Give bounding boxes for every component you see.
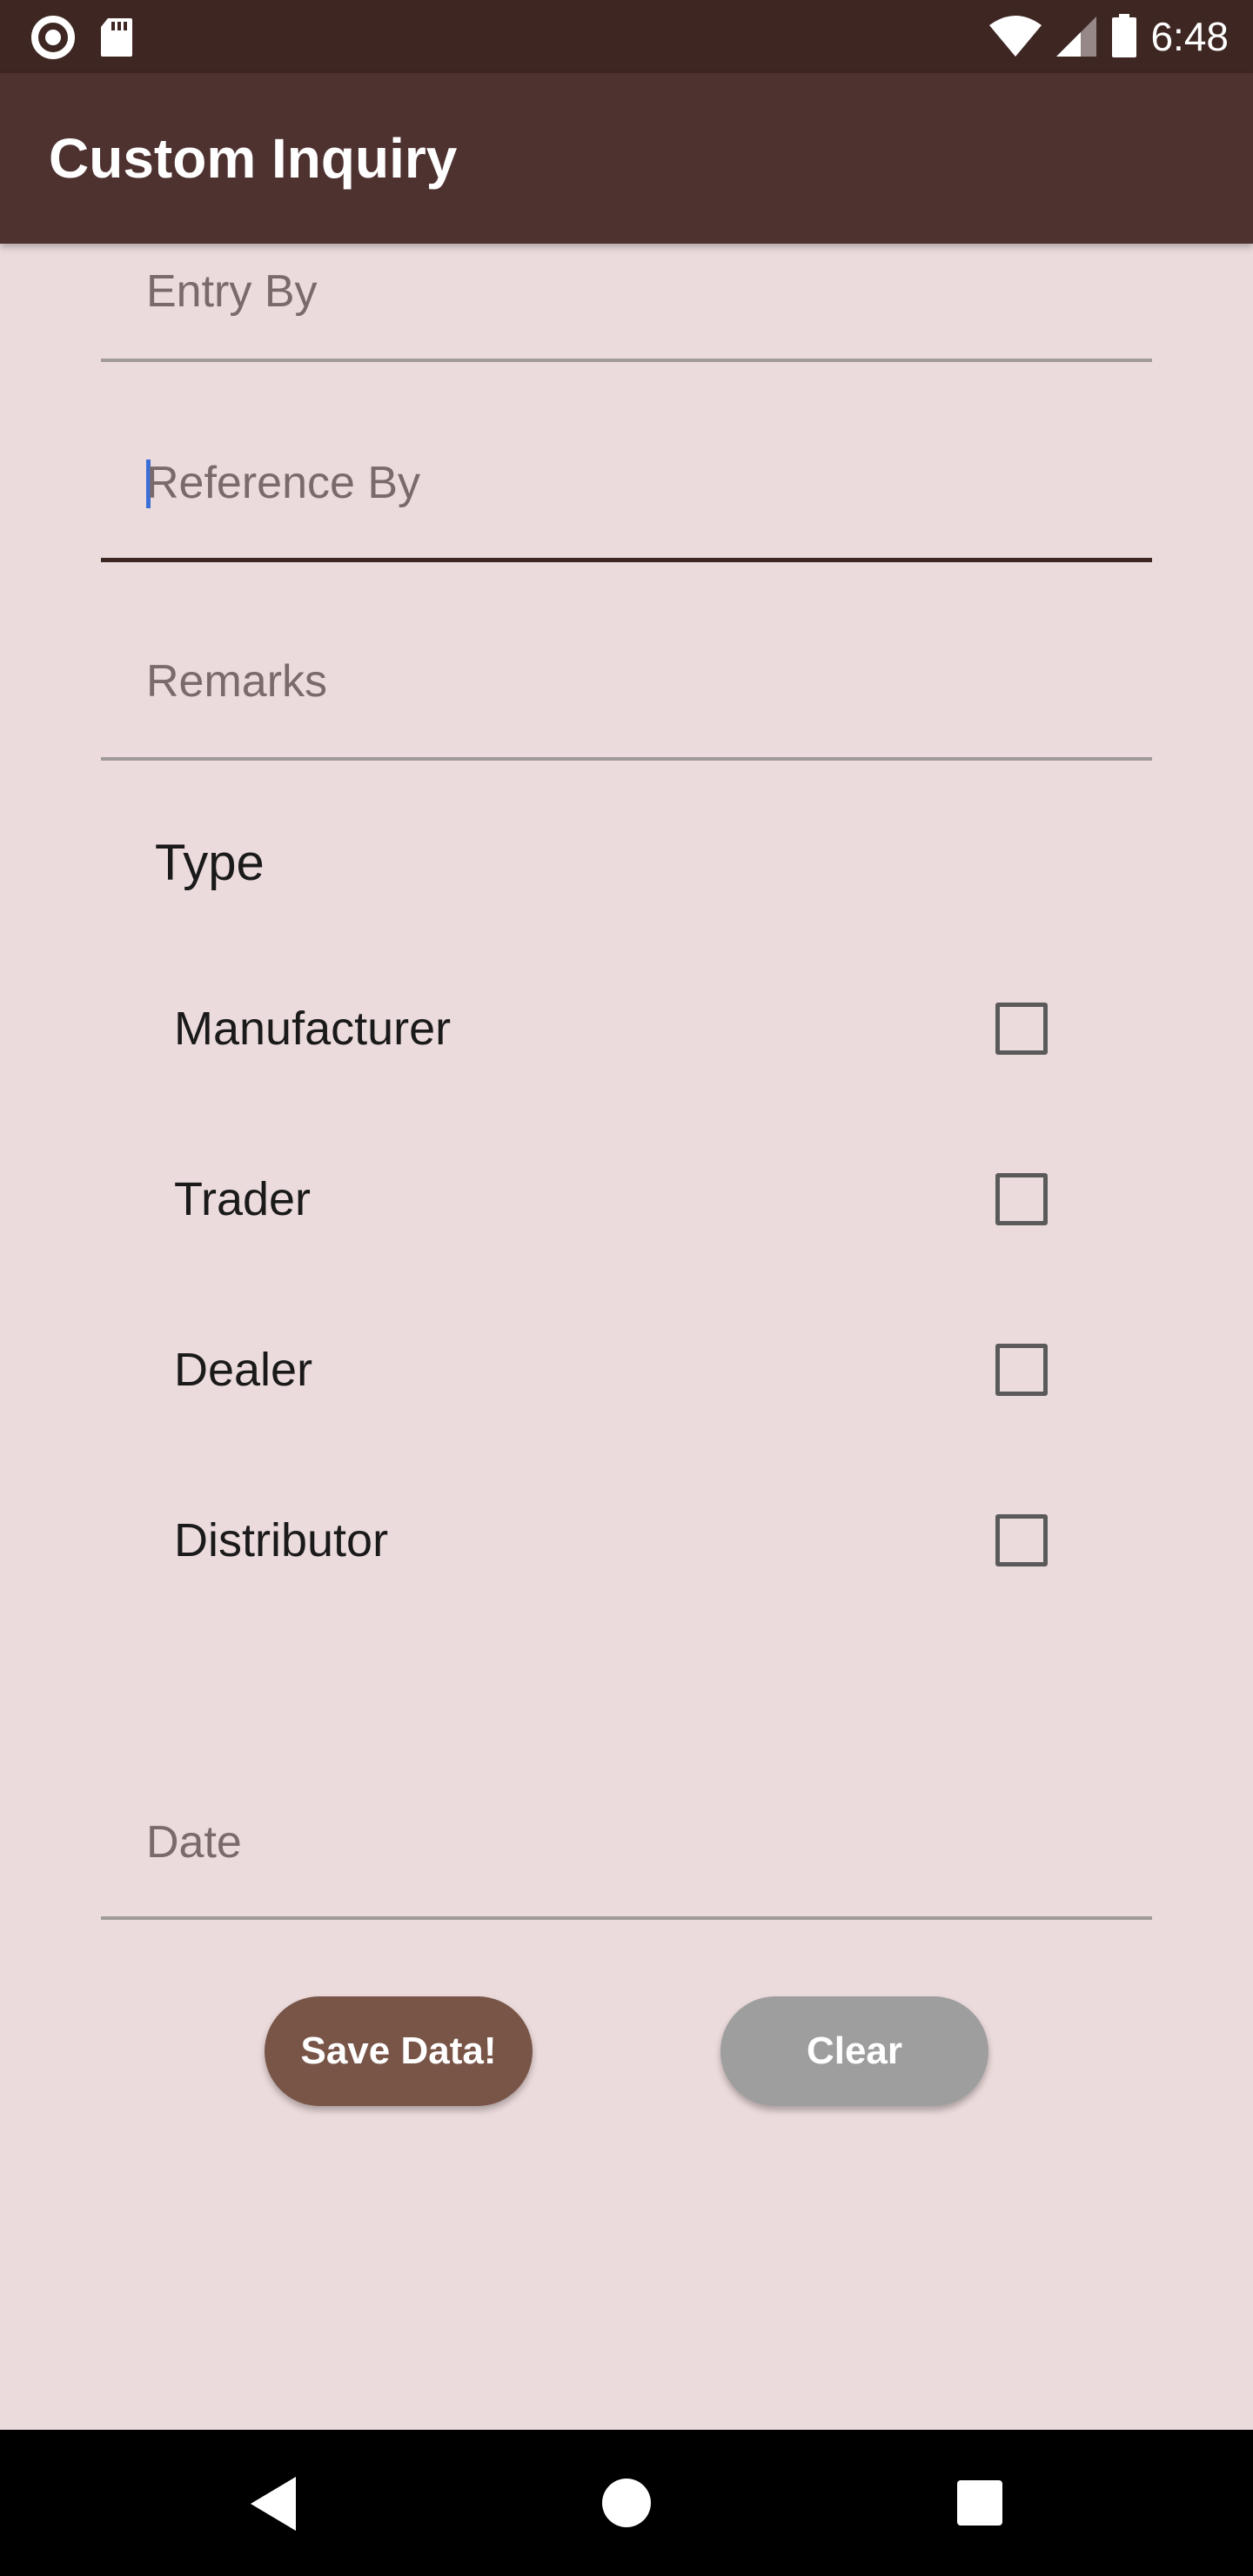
navigation-bar xyxy=(0,2430,1253,2576)
back-icon[interactable] xyxy=(247,2473,299,2534)
option-label: Manufacturer xyxy=(174,1003,452,1055)
sd-card-icon xyxy=(101,18,132,57)
clock: 6:48 xyxy=(1150,14,1229,59)
date-field[interactable]: Date xyxy=(101,1812,1152,1920)
field-underline xyxy=(101,359,1152,362)
entry-by-label: Entry By xyxy=(146,266,318,317)
clear-button[interactable]: Clear xyxy=(720,1996,988,2106)
remarks-label: Remarks xyxy=(146,656,328,707)
page-title: Custom Inquiry xyxy=(49,127,458,190)
field-underline xyxy=(101,558,1152,562)
signal-icon xyxy=(1056,17,1097,57)
home-icon[interactable] xyxy=(602,2479,651,2527)
type-heading: Type xyxy=(155,835,265,891)
remarks-field[interactable]: Remarks xyxy=(101,651,1152,761)
distributor-checkbox[interactable] xyxy=(995,1514,1048,1566)
option-label: Dealer xyxy=(174,1344,313,1396)
record-icon xyxy=(31,16,75,59)
app-bar: Custom Inquiry xyxy=(0,73,1253,244)
trader-checkbox[interactable] xyxy=(995,1173,1048,1225)
option-manufacturer[interactable]: Manufacturer xyxy=(174,994,1048,1063)
manufacturer-checkbox[interactable] xyxy=(995,1003,1048,1055)
option-trader[interactable]: Trader xyxy=(174,1164,1048,1234)
option-label: Trader xyxy=(174,1173,312,1225)
dealer-checkbox[interactable] xyxy=(995,1344,1048,1396)
recents-icon[interactable] xyxy=(957,2480,1002,2526)
field-underline xyxy=(101,757,1152,761)
status-bar: 6:48 xyxy=(0,0,1253,73)
date-label: Date xyxy=(146,1817,242,1868)
option-distributor[interactable]: Distributor xyxy=(174,1506,1048,1575)
reference-by-field[interactable]: Reference By xyxy=(101,453,1152,562)
field-underline xyxy=(101,1916,1152,1920)
save-button[interactable]: Save Data! xyxy=(265,1996,533,2106)
option-label: Distributor xyxy=(174,1514,389,1566)
battery-icon xyxy=(1112,14,1137,57)
reference-by-label: Reference By xyxy=(146,458,421,508)
option-dealer[interactable]: Dealer xyxy=(174,1335,1048,1405)
entry-by-field[interactable]: Entry By xyxy=(101,261,1152,362)
wifi-icon xyxy=(989,16,1042,57)
